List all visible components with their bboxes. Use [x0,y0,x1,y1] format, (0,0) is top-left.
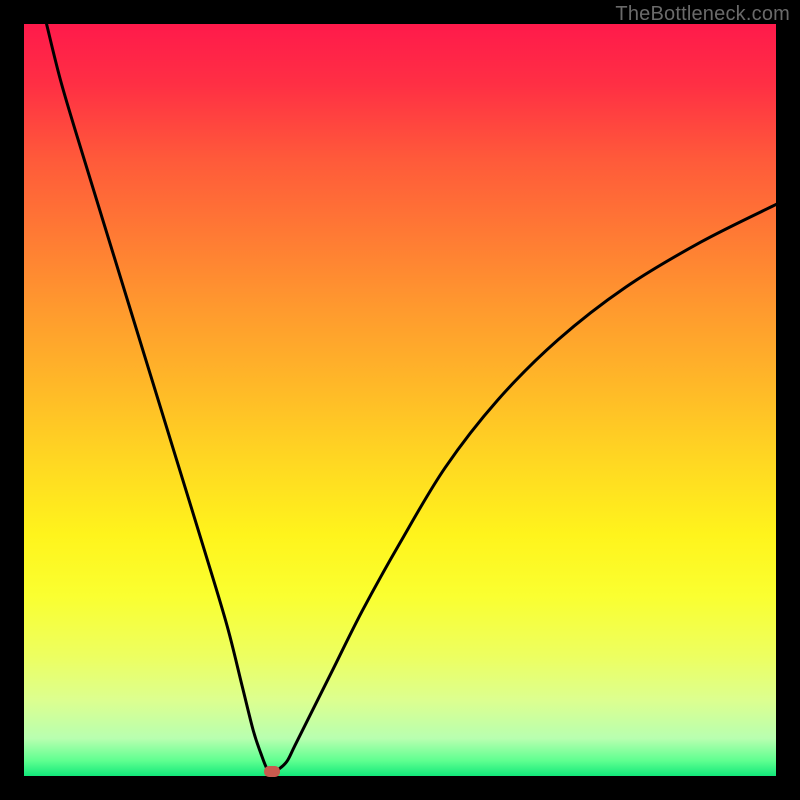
watermark-text: TheBottleneck.com [615,3,790,26]
chart-curve [24,24,776,776]
optimal-point-marker [264,766,280,777]
